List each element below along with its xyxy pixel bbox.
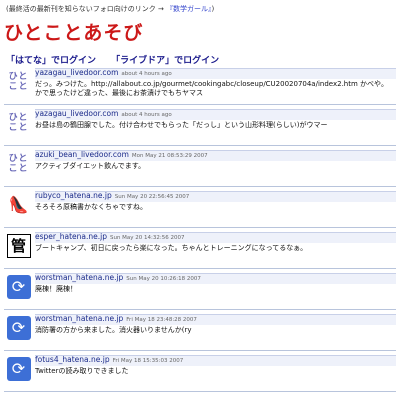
- entry-time: about 4 hours ago: [121, 71, 172, 77]
- livedoor-login-link[interactable]: 「ライブドア」でログイン: [111, 56, 219, 66]
- entry-user[interactable]: yazagau_livedoor.com about 4 hours ago: [35, 68, 172, 77]
- list-item: ⟳ worstman_hatena.ne.jp Fri May 18 23:48:…: [4, 312, 396, 351]
- list-item: 管 esper_hatena.ne.jp Sun May 20 14:32:56 …: [4, 230, 396, 269]
- entry-body: Twitterの読み取りできました: [35, 367, 129, 375]
- entry-time: Fri May 18 23:48:28 2007: [126, 317, 197, 323]
- refresh-icon[interactable]: ⟳: [6, 274, 31, 299]
- entry-time: Fri May 18 15:35:03 2007: [112, 358, 184, 364]
- entry-time: Mon May 21 08:53:29 2007: [131, 153, 208, 159]
- entry-user[interactable]: rubyco_hatena.ne.jp Sun May 20 22:56:45 2…: [35, 191, 189, 200]
- entry-body: アクティブダイエット飲んでます。: [35, 162, 146, 170]
- entry-user[interactable]: yazagau_livedoor.com about 4 hours ago: [35, 109, 172, 118]
- shoe-icon[interactable]: 👠: [6, 192, 31, 217]
- list-item: ひと こと yazagau_livedoor.com about 4 hours a…: [4, 66, 396, 105]
- entry-user[interactable]: esper_hatena.ne.jp Sun May 20 14:32:56 20…: [35, 232, 185, 241]
- hitokoto-icon[interactable]: ひと こと: [6, 69, 31, 94]
- entry-body: ブートキャンプ、初日に戻ったら楽になった。ちゃんとトレーニングになってるなぁ。: [35, 244, 308, 252]
- entry-list: ひと こと yazagau_livedoor.com about 4 hours a…: [4, 66, 396, 394]
- top-note-text: (最終活の最新刊を知らないフォロ向けのリンク →: [6, 5, 167, 13]
- site-title[interactable]: ひとことあそび: [4, 18, 143, 45]
- refresh-icon[interactable]: ⟳: [6, 356, 31, 381]
- top-note-link[interactable]: 『数学ガール』: [166, 5, 212, 13]
- hitokoto-icon[interactable]: ひと こと: [6, 151, 31, 176]
- entry-time: about 4 hours ago: [121, 112, 172, 118]
- list-item: ⟳ worstman_hatena.ne.jp Sun May 20 10:26:…: [4, 271, 396, 310]
- entry-time: Sun May 20 14:32:56 2007: [109, 235, 185, 241]
- list-item: ひと こと yazagau_livedoor.com about 4 hours a…: [4, 107, 396, 146]
- list-item: ⟳ fotus4_hatena.ne.jp Fri May 18 15:35:03…: [4, 353, 396, 392]
- list-item: 👠 rubyco_hatena.ne.jp Sun May 20 22:56:45…: [4, 189, 396, 228]
- login-row: 「はてな」でログイン 「ライブドア」でログイン: [6, 53, 231, 66]
- top-note: (最終活の最新刊を知らないフォロ向けのリンク → 『数学ガール』): [6, 4, 214, 14]
- entry-time: Sun May 20 10:26:18 2007: [126, 276, 201, 282]
- entry-body: 消防署の方から来ました。消火器いりませんか(ry: [35, 326, 192, 334]
- entry-body: お昼は島の鶴田腺でした。付け合わせでもらった「だっし」という山形料理(らしい)が…: [35, 121, 328, 129]
- list-item: ひと こと azuki_bean_livedoor.com Mon May 21 0…: [4, 148, 396, 187]
- entry-user[interactable]: fotus4_hatena.ne.jp Fri May 18 15:35:03 2…: [35, 355, 183, 364]
- entry-user[interactable]: worstman_hatena.ne.jp Sun May 20 10:26:18…: [35, 273, 201, 282]
- entry-body: 廃棟！廃棟！: [35, 285, 77, 293]
- refresh-icon[interactable]: ⟳: [6, 315, 31, 340]
- entry-user[interactable]: azuki_bean_livedoor.com Mon May 21 08:53:…: [35, 150, 208, 159]
- kanji-icon[interactable]: 管: [6, 233, 31, 258]
- hatena-login-link[interactable]: 「はてな」でログイン: [6, 56, 96, 66]
- hitokoto-icon[interactable]: ひと こと: [6, 110, 31, 135]
- entry-time: Sun May 20 22:56:45 2007: [114, 194, 190, 200]
- entry-body: だっ。みつけた。http://allabout.co.jp/gourmet/co…: [35, 80, 388, 97]
- entry-user[interactable]: worstman_hatena.ne.jp Fri May 18 23:48:28…: [35, 314, 197, 323]
- entry-body: そろそろ原稿書かなくちゃですね。: [35, 203, 147, 211]
- top-note-suffix: ): [211, 5, 215, 13]
